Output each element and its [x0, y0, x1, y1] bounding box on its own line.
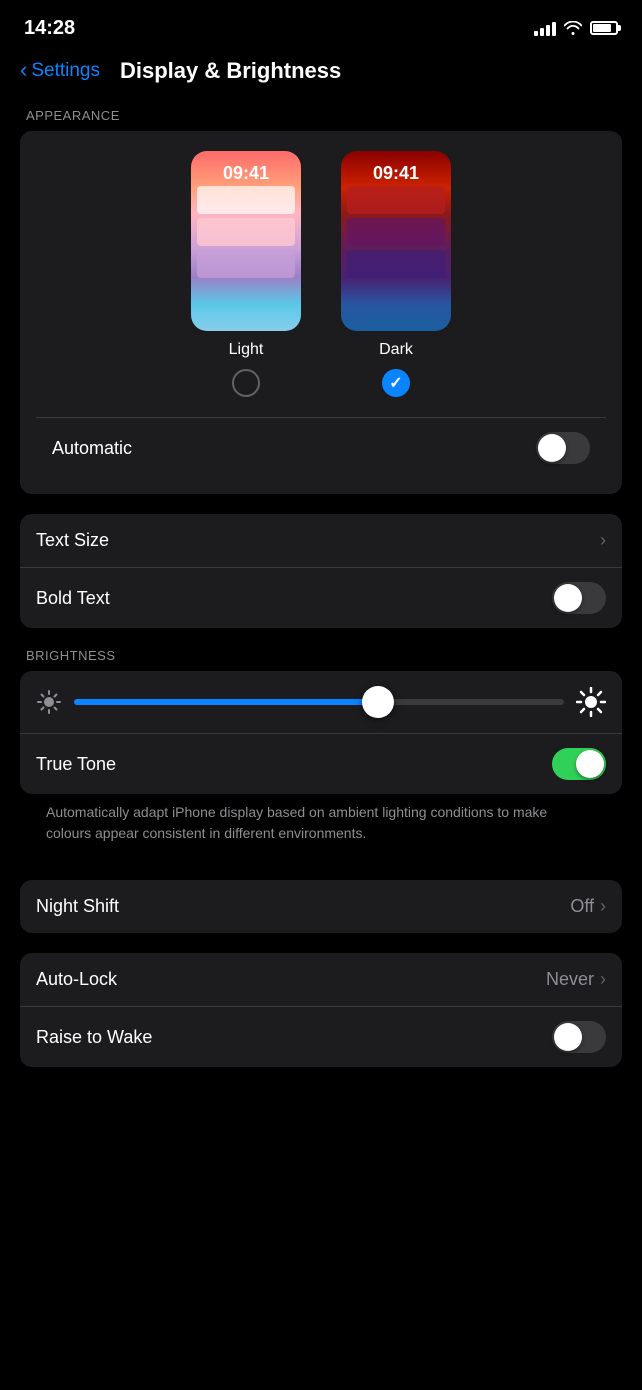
automatic-toggle-row: Automatic — [36, 418, 606, 478]
automatic-toggle[interactable] — [536, 432, 590, 464]
light-theme-option[interactable]: 09:41 Light — [191, 151, 301, 397]
auto-lock-right: Never › — [546, 969, 606, 990]
automatic-label: Automatic — [52, 438, 132, 459]
dark-phone-time: 09:41 — [341, 163, 451, 184]
text-size-label: Text Size — [36, 530, 109, 551]
night-shift-label: Night Shift — [36, 896, 119, 917]
wifi-icon — [564, 21, 582, 35]
dark-phone-preview: 09:41 — [341, 151, 451, 331]
signal-icon — [534, 20, 556, 36]
true-tone-row: True Tone — [20, 734, 622, 794]
check-icon: ✓ — [389, 373, 402, 393]
light-theme-radio[interactable] — [232, 369, 260, 397]
light-theme-label: Light — [229, 341, 264, 359]
brightness-slider-fill — [74, 699, 378, 705]
brightness-section-label: BRIGHTNESS — [20, 648, 622, 663]
brightness-card: True Tone — [20, 671, 622, 794]
raise-to-wake-toggle-thumb — [554, 1023, 582, 1051]
true-tone-toggle-thumb — [576, 750, 604, 778]
text-card: Text Size › Bold Text — [20, 514, 622, 628]
appearance-card: 09:41 Light 09:41 — [20, 131, 622, 494]
raise-to-wake-label: Raise to Wake — [36, 1027, 152, 1048]
text-size-row[interactable]: Text Size › — [20, 514, 622, 567]
page-title: Display & Brightness — [120, 58, 341, 84]
nav-bar: ‹ Settings Display & Brightness — [0, 50, 642, 100]
brightness-slider-track[interactable] — [74, 699, 564, 705]
brightness-bright-icon — [576, 687, 606, 717]
battery-icon — [590, 21, 618, 35]
auto-lock-chevron-icon: › — [600, 969, 606, 990]
brightness-section: BRIGHTNESS — [20, 648, 622, 860]
bold-text-toggle-thumb — [554, 584, 582, 612]
night-shift-card: Night Shift Off › — [20, 880, 622, 933]
light-phone-preview: 09:41 — [191, 151, 301, 331]
auto-lock-row[interactable]: Auto-Lock Never › — [20, 953, 622, 1006]
automatic-toggle-thumb — [538, 434, 566, 462]
raise-to-wake-row: Raise to Wake — [20, 1007, 622, 1067]
dark-theme-option[interactable]: 09:41 Dark ✓ — [341, 151, 451, 397]
back-label: Settings — [31, 60, 100, 82]
bold-text-toggle[interactable] — [552, 582, 606, 614]
raise-to-wake-toggle[interactable] — [552, 1021, 606, 1053]
auto-lock-label: Auto-Lock — [36, 969, 117, 990]
status-icons — [534, 20, 618, 36]
theme-options: 09:41 Light 09:41 — [36, 151, 606, 397]
night-shift-value: Off — [570, 896, 594, 917]
text-size-chevron-icon: › — [600, 530, 606, 551]
bold-text-label: Bold Text — [36, 588, 110, 609]
dark-theme-radio[interactable]: ✓ — [382, 369, 410, 397]
back-button[interactable]: ‹ Settings — [20, 60, 100, 82]
true-tone-toggle[interactable] — [552, 748, 606, 780]
appearance-section: APPEARANCE 09:41 Light — [20, 108, 622, 494]
auto-lock-value: Never — [546, 969, 594, 990]
light-phone-time: 09:41 — [191, 163, 301, 184]
text-size-right: › — [600, 530, 606, 551]
night-shift-row[interactable]: Night Shift Off › — [20, 880, 622, 933]
status-bar: 14:28 — [0, 0, 642, 50]
back-chevron-icon: ‹ — [20, 59, 27, 81]
text-section: Text Size › Bold Text — [20, 514, 622, 628]
true-tone-label: True Tone — [36, 754, 116, 775]
brightness-dim-icon — [36, 689, 62, 715]
brightness-slider-row — [20, 671, 622, 733]
auto-lock-section: Auto-Lock Never › Raise to Wake — [20, 953, 622, 1067]
night-shift-chevron-icon: › — [600, 896, 606, 917]
auto-lock-card: Auto-Lock Never › Raise to Wake — [20, 953, 622, 1067]
night-shift-right: Off › — [570, 896, 606, 917]
true-tone-description: Automatically adapt iPhone display based… — [20, 794, 622, 860]
appearance-section-label: APPEARANCE — [20, 108, 622, 123]
night-shift-section: Night Shift Off › — [20, 880, 622, 933]
status-time: 14:28 — [24, 17, 75, 40]
dark-theme-label: Dark — [379, 341, 413, 359]
bold-text-row: Bold Text — [20, 568, 622, 628]
brightness-slider-thumb[interactable] — [362, 686, 394, 718]
